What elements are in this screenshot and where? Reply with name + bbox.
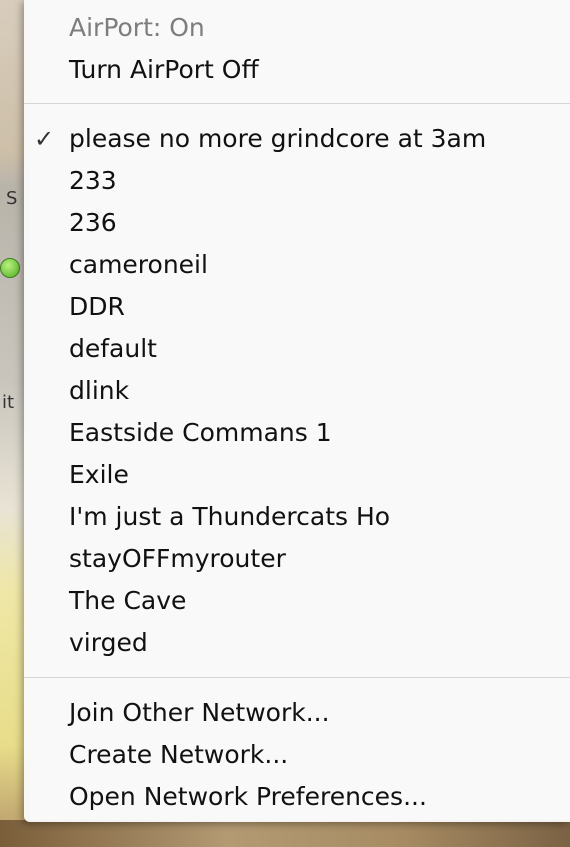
network-item[interactable]: Eastside Commans 1 [69,414,560,452]
background-text-fragment: S [6,188,18,209]
background-text-fragment: it [2,392,15,413]
network-item[interactable]: stayOFFmyrouter [69,540,560,578]
open-network-preferences-item[interactable]: Open Network Preferences... [69,778,560,816]
network-item[interactable]: I'm just a Thundercats Ho [69,498,560,536]
checkmark-icon: ✓ [34,125,55,153]
network-item[interactable]: DDR [69,288,560,326]
join-other-network-item[interactable]: Join Other Network... [69,694,560,732]
menu-separator [24,677,570,678]
network-item[interactable]: virged [69,624,560,662]
network-item[interactable]: Exile [69,456,560,494]
green-status-light-icon [0,258,20,278]
create-network-item[interactable]: Create Network... [69,736,560,774]
airport-status-label: AirPort: On [69,13,205,42]
airport-menu: AirPort: On Turn AirPort Off ✓ please no… [24,0,570,822]
network-item[interactable]: dlink [69,372,560,410]
desktop-background-bottom [0,820,570,847]
network-item[interactable]: 233 [69,162,560,200]
network-item[interactable]: The Cave [69,582,560,620]
menu-separator [24,103,570,104]
network-item[interactable]: default [69,330,560,368]
turn-airport-off-item[interactable]: Turn AirPort Off [69,51,560,89]
network-item[interactable]: 236 [69,204,560,242]
network-item[interactable]: cameroneil [69,246,560,284]
network-item-selected[interactable]: please no more grindcore at 3am [69,120,560,158]
